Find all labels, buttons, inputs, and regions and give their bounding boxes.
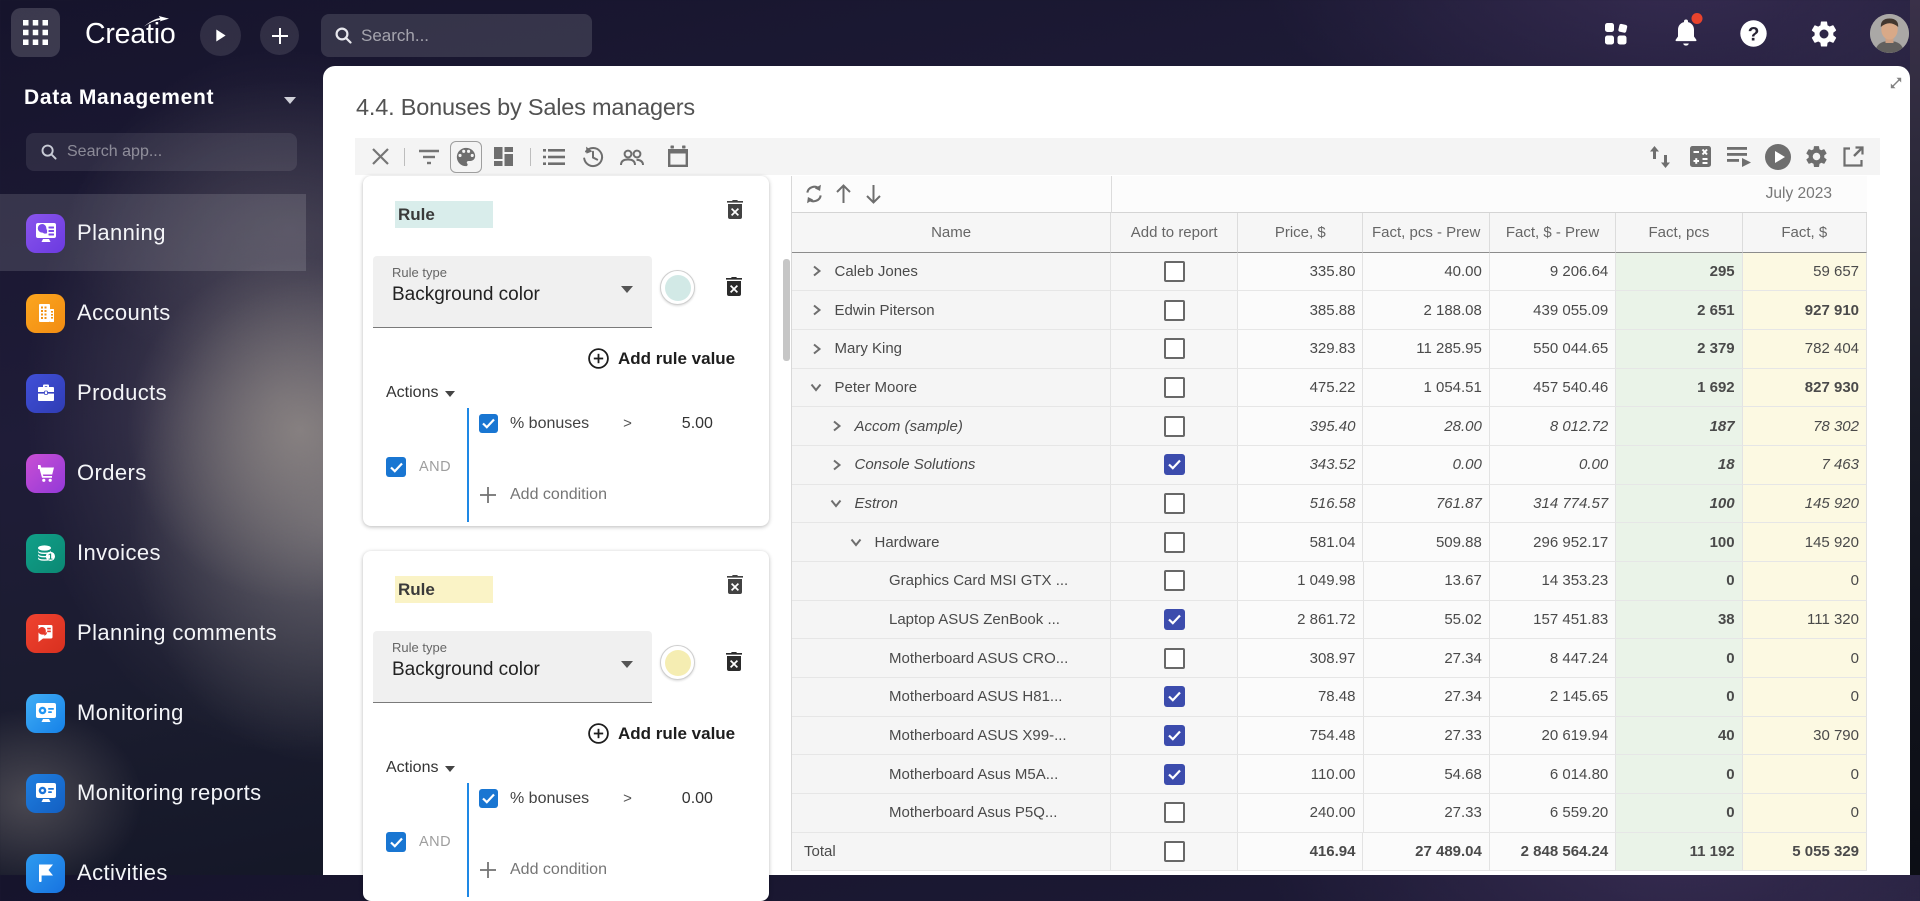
svg-text:?: ? [1748, 25, 1760, 46]
svg-text:1: 1 [48, 552, 53, 562]
